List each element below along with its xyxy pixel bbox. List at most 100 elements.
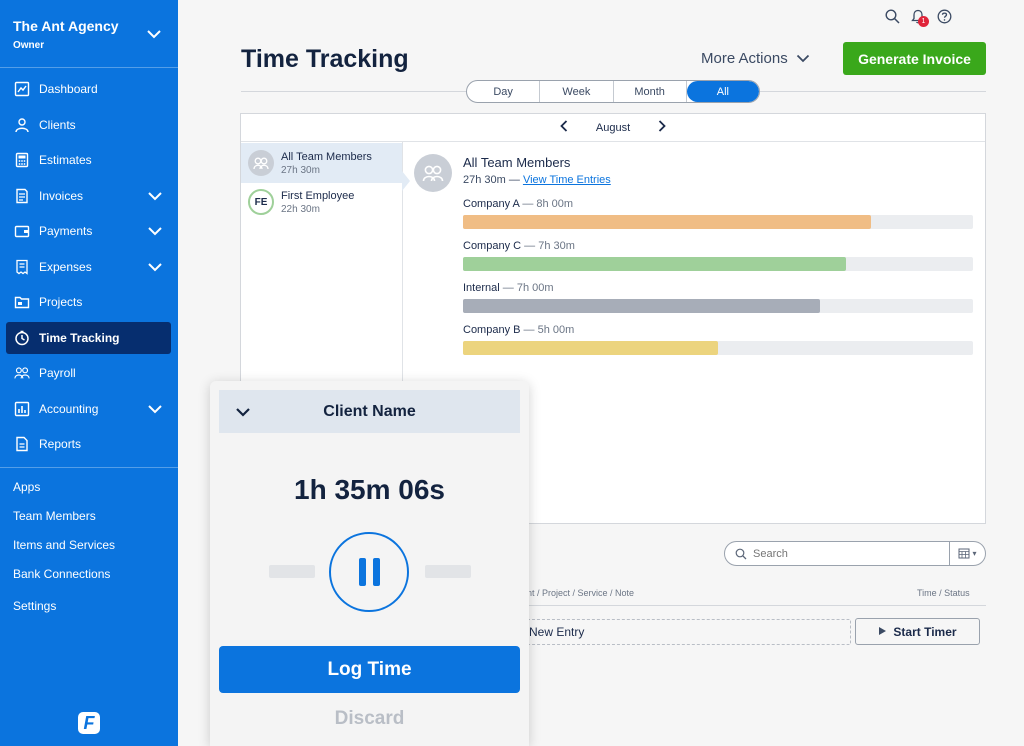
chevron-down-icon [796,50,810,67]
search-input[interactable] [753,547,949,560]
tab-all[interactable]: All [686,81,759,102]
sidebar-item-label: Projects [39,295,83,309]
user-icon [14,117,30,133]
sidebar-link-items-services[interactable]: Items and Services [13,538,115,552]
sidebar-item-label: Accounting [39,402,99,416]
receipt-icon [14,259,30,275]
sidebar-link-settings[interactable]: Settings [13,599,56,613]
sidebar-item-expenses[interactable]: Expenses [6,251,171,283]
brand-logo: F [78,712,100,734]
sidebar-item-time-tracking[interactable]: Time Tracking [6,322,171,354]
sidebar-link-bank-connections[interactable]: Bank Connections [13,567,110,581]
bell-icon[interactable]: 1 [910,7,929,27]
clock-icon [14,330,30,346]
chevron-down-icon[interactable] [147,261,163,275]
sidebar-item-projects[interactable]: Projects [6,286,171,318]
column-header-details: nt / Project / Service / Note [527,588,635,598]
range-selector: Day Week Month All [466,80,760,103]
timer-client-header[interactable]: Client Name [219,390,520,433]
client-name: Company A [463,198,520,210]
help-icon[interactable] [936,7,952,25]
folder-icon [14,294,30,310]
invoice-icon [14,188,30,204]
sidebar-item-label: Invoices [39,189,84,203]
notification-badge: 1 [918,16,929,27]
chevron-left-icon[interactable] [560,120,568,135]
chevron-down-icon[interactable] [146,26,162,44]
avatar: FE [248,189,274,215]
start-timer-label: Start Timer [893,624,957,639]
detail-total: 27h 30m — [463,174,520,186]
selection-pointer [402,171,410,191]
chevron-down-icon[interactable] [147,403,163,417]
member-name: All Team Members [281,150,372,163]
calculator-icon [14,152,30,168]
start-timer-button[interactable]: Start Timer [855,618,980,645]
date-filter-button[interactable]: ▾ [949,542,985,565]
discard-button[interactable]: Discard [210,708,529,730]
timer-placeholder-left [269,565,315,578]
search-icon[interactable] [884,7,900,25]
list-item[interactable]: FE First Employee 22h 30m [241,182,402,222]
client-name: Company B [463,324,521,336]
sidebar-item-dashboard[interactable]: Dashboard [6,73,171,105]
bar-fill [463,257,846,271]
month-navigator: August [241,114,985,142]
people-icon [14,365,30,381]
timer-card: Client Name 1h 35m 06s Log Time Discard [210,381,529,746]
member-time: 22h 30m [281,203,320,215]
sidebar-item-accounting[interactable]: Accounting [6,393,171,425]
tab-day[interactable]: Day [467,81,541,102]
client-bar: Company A — 8h 00m [463,198,973,229]
bar-track [463,215,973,229]
sidebar-link-apps[interactable]: Apps [13,480,40,494]
org-switcher[interactable]: The Ant Agency Owner [13,18,119,51]
bar-fill [463,299,820,313]
calendar-icon [958,547,970,561]
pause-button[interactable] [329,532,409,612]
more-actions-button[interactable]: More Actions [701,50,810,67]
group-avatar-icon [414,154,452,192]
chevron-right-icon[interactable] [658,120,666,135]
chevron-down-icon[interactable] [235,404,251,422]
timer-placeholder-right [425,565,471,578]
client-bar: Company B — 5h 00m [463,324,973,355]
timer-client-name: Client Name [323,402,416,420]
report-icon [14,436,30,452]
bar-track [463,299,973,313]
generate-invoice-button[interactable]: Generate Invoice [843,42,986,75]
search-field: ▾ [724,541,986,566]
more-actions-label: More Actions [701,50,788,67]
payment-icon [14,223,30,239]
bar-fill [463,215,871,229]
sidebar-item-invoices[interactable]: Invoices [6,180,171,212]
sidebar-item-payments[interactable]: Payments [6,215,171,247]
client-name: Company C [463,240,522,252]
sidebar-item-payroll[interactable]: Payroll [6,357,171,389]
entries-divider [527,605,986,606]
list-item[interactable]: All Team Members 27h 30m [241,143,402,183]
chart-icon [14,81,30,97]
bar-fill [463,341,718,355]
chevron-down-icon[interactable] [147,190,163,204]
search-icon [735,548,747,560]
sidebar-item-estimates[interactable]: Estimates [6,144,171,176]
bar-track [463,257,973,271]
sidebar-item-reports[interactable]: Reports [6,428,171,460]
new-entry-button[interactable]: New Entry [520,619,851,645]
detail-name: All Team Members [463,155,571,170]
client-bar: Internal — 7h 00m [463,282,973,313]
tab-week[interactable]: Week [540,81,614,102]
timer-elapsed: 1h 35m 06s [294,474,445,505]
tab-month[interactable]: Month [614,81,687,102]
group-avatar-icon [248,150,274,176]
client-name: Internal [463,282,500,294]
view-time-entries-link[interactable]: View Time Entries [523,174,611,186]
sidebar-link-team-members[interactable]: Team Members [13,509,96,523]
sidebar-item-label: Clients [39,118,76,132]
sidebar-divider [0,67,178,68]
sidebar-item-clients[interactable]: Clients [6,109,171,141]
log-time-button[interactable]: Log Time [219,646,520,693]
chevron-down-icon[interactable] [147,225,163,239]
sidebar-item-label: Estimates [39,153,92,167]
